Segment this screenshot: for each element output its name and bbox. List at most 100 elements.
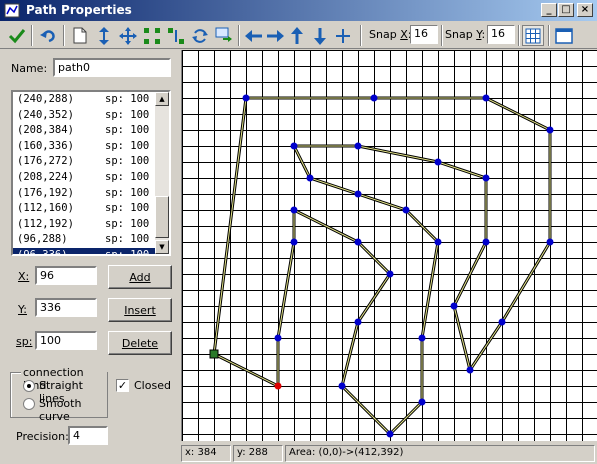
straight-lines-radio[interactable] (23, 380, 35, 392)
path-point[interactable] (290, 142, 298, 150)
path-point[interactable] (242, 94, 250, 102)
precision-input[interactable]: 4 (68, 426, 108, 445)
insert-button[interactable]: Insert (108, 298, 172, 322)
point-coordinates: (208,224) (17, 170, 74, 183)
window-view-icon[interactable] (553, 25, 575, 46)
snap-y-input[interactable]: 16 (487, 25, 515, 44)
point-coordinates: (112,192) (17, 217, 74, 230)
path-selected-point[interactable] (274, 382, 282, 390)
smooth-curve-radio[interactable] (23, 398, 35, 410)
points-list-item[interactable]: (112,160) sp: 100 (13, 201, 169, 217)
path-start-point[interactable] (209, 349, 219, 359)
points-list-item[interactable]: (240,288) sp: 100 (13, 92, 169, 108)
transform-icon[interactable] (213, 25, 235, 46)
undo-icon[interactable] (37, 25, 59, 46)
ok-check-icon[interactable] (6, 25, 28, 46)
point-speed: sp: 100 (105, 170, 150, 183)
path-point[interactable] (290, 206, 298, 214)
points-list[interactable]: (240,288) sp: 100 (240,352) sp: 100 (208,384… (11, 90, 171, 256)
points-list-item[interactable]: (240,352) sp: 100 (13, 108, 169, 124)
path-point[interactable] (354, 238, 362, 246)
smooth-curve-label[interactable]: Smooth curve (39, 397, 107, 423)
arrow-up-icon[interactable] (286, 25, 308, 46)
sp-label: sp: (16, 335, 33, 348)
point-speed: sp: 100 (105, 155, 150, 168)
close-button[interactable]: × (577, 3, 593, 17)
path-point[interactable] (482, 238, 490, 246)
points-list-item[interactable]: (176,192) sp: 100 (13, 186, 169, 202)
scroll-down-icon[interactable]: ▼ (155, 240, 169, 254)
path-point[interactable] (274, 334, 282, 342)
path-point[interactable] (338, 382, 346, 390)
path-point[interactable] (354, 318, 362, 326)
path-point[interactable] (466, 366, 474, 374)
point-speed: sp: 100 (105, 108, 150, 121)
point-speed: sp: 100 (105, 248, 150, 256)
path-point[interactable] (546, 126, 554, 134)
point-coordinates: (96,336) (17, 248, 68, 256)
closed-checkbox[interactable]: ✓ (116, 379, 129, 392)
crosshair-icon[interactable] (332, 25, 354, 46)
connection-kind-group: connection kind Straight lines Smooth cu… (10, 366, 108, 423)
path-point[interactable] (386, 270, 394, 278)
move-icon[interactable] (117, 25, 139, 46)
y-label: Y: (18, 303, 27, 316)
point-speed: sp: 100 (105, 124, 150, 137)
path-point[interactable] (354, 142, 362, 150)
path-canvas[interactable] (181, 50, 597, 441)
path-point[interactable] (290, 238, 298, 246)
sp-input[interactable]: 100 (35, 331, 97, 350)
path-point[interactable] (482, 94, 490, 102)
toolbar-separator (63, 25, 65, 46)
scroll-up-icon[interactable]: ▲ (155, 92, 169, 106)
maximize-button[interactable]: □ (558, 3, 574, 17)
name-input[interactable]: path0 (53, 58, 171, 77)
points-list-item[interactable]: (160,336) sp: 100 (13, 139, 169, 155)
path-point[interactable] (434, 158, 442, 166)
delete-button[interactable]: Delete (108, 331, 172, 355)
add-button[interactable]: Add (108, 265, 172, 289)
arrow-left-icon[interactable] (243, 25, 265, 46)
arrow-down-icon[interactable] (309, 25, 331, 46)
point-coordinates: (112,160) (17, 202, 74, 215)
snap-x-label: Snap X: (369, 28, 411, 41)
cycle-icon[interactable] (189, 25, 211, 46)
path-point[interactable] (354, 190, 362, 198)
closed-label[interactable]: Closed (134, 379, 171, 392)
minimize-button[interactable]: _ (541, 3, 557, 17)
path-point[interactable] (306, 174, 314, 182)
path-point[interactable] (498, 318, 506, 326)
grid-icon[interactable] (522, 25, 544, 46)
points-list-item[interactable]: (112,192) sp: 100 (13, 217, 169, 233)
path-point[interactable] (386, 430, 394, 438)
path-point[interactable] (482, 174, 490, 182)
title-bar[interactable]: Path Properties _ □ × (0, 0, 597, 21)
path-point[interactable] (418, 398, 426, 406)
scale-horizontal-icon[interactable] (141, 25, 163, 46)
points-list-item[interactable]: (176,272) sp: 100 (13, 154, 169, 170)
path-point[interactable] (450, 302, 458, 310)
path-point[interactable] (370, 94, 378, 102)
list-scrollbar[interactable]: ▲ ▼ (155, 92, 169, 254)
x-input[interactable]: 96 (35, 266, 97, 285)
scroll-thumb[interactable] (155, 196, 169, 238)
rotate-icon[interactable] (93, 25, 115, 46)
y-input[interactable]: 336 (35, 298, 97, 317)
status-x: x: 384 (181, 445, 231, 462)
snap-x-input[interactable]: 16 (410, 25, 438, 44)
scale-vertical-icon[interactable] (165, 25, 187, 46)
path-point[interactable] (434, 238, 442, 246)
new-document-icon[interactable] (69, 25, 91, 46)
arrow-right-icon[interactable] (264, 25, 286, 46)
points-list-item[interactable]: (208,384) sp: 100 (13, 123, 169, 139)
points-list-item[interactable]: (96,336) sp: 100 (13, 247, 169, 256)
precision-label: Precision: (16, 430, 69, 443)
path-point[interactable] (402, 206, 410, 214)
path-drawing[interactable] (182, 50, 597, 441)
path-point[interactable] (418, 334, 426, 342)
points-list-item[interactable]: (208,224) sp: 100 (13, 170, 169, 186)
toolbar-separator (31, 25, 33, 46)
path-point[interactable] (546, 238, 554, 246)
points-list-item[interactable]: (96,288) sp: 100 (13, 232, 169, 248)
path-properties-window: Path Properties _ □ × Snap X 16 Snap Y: … (0, 0, 597, 464)
